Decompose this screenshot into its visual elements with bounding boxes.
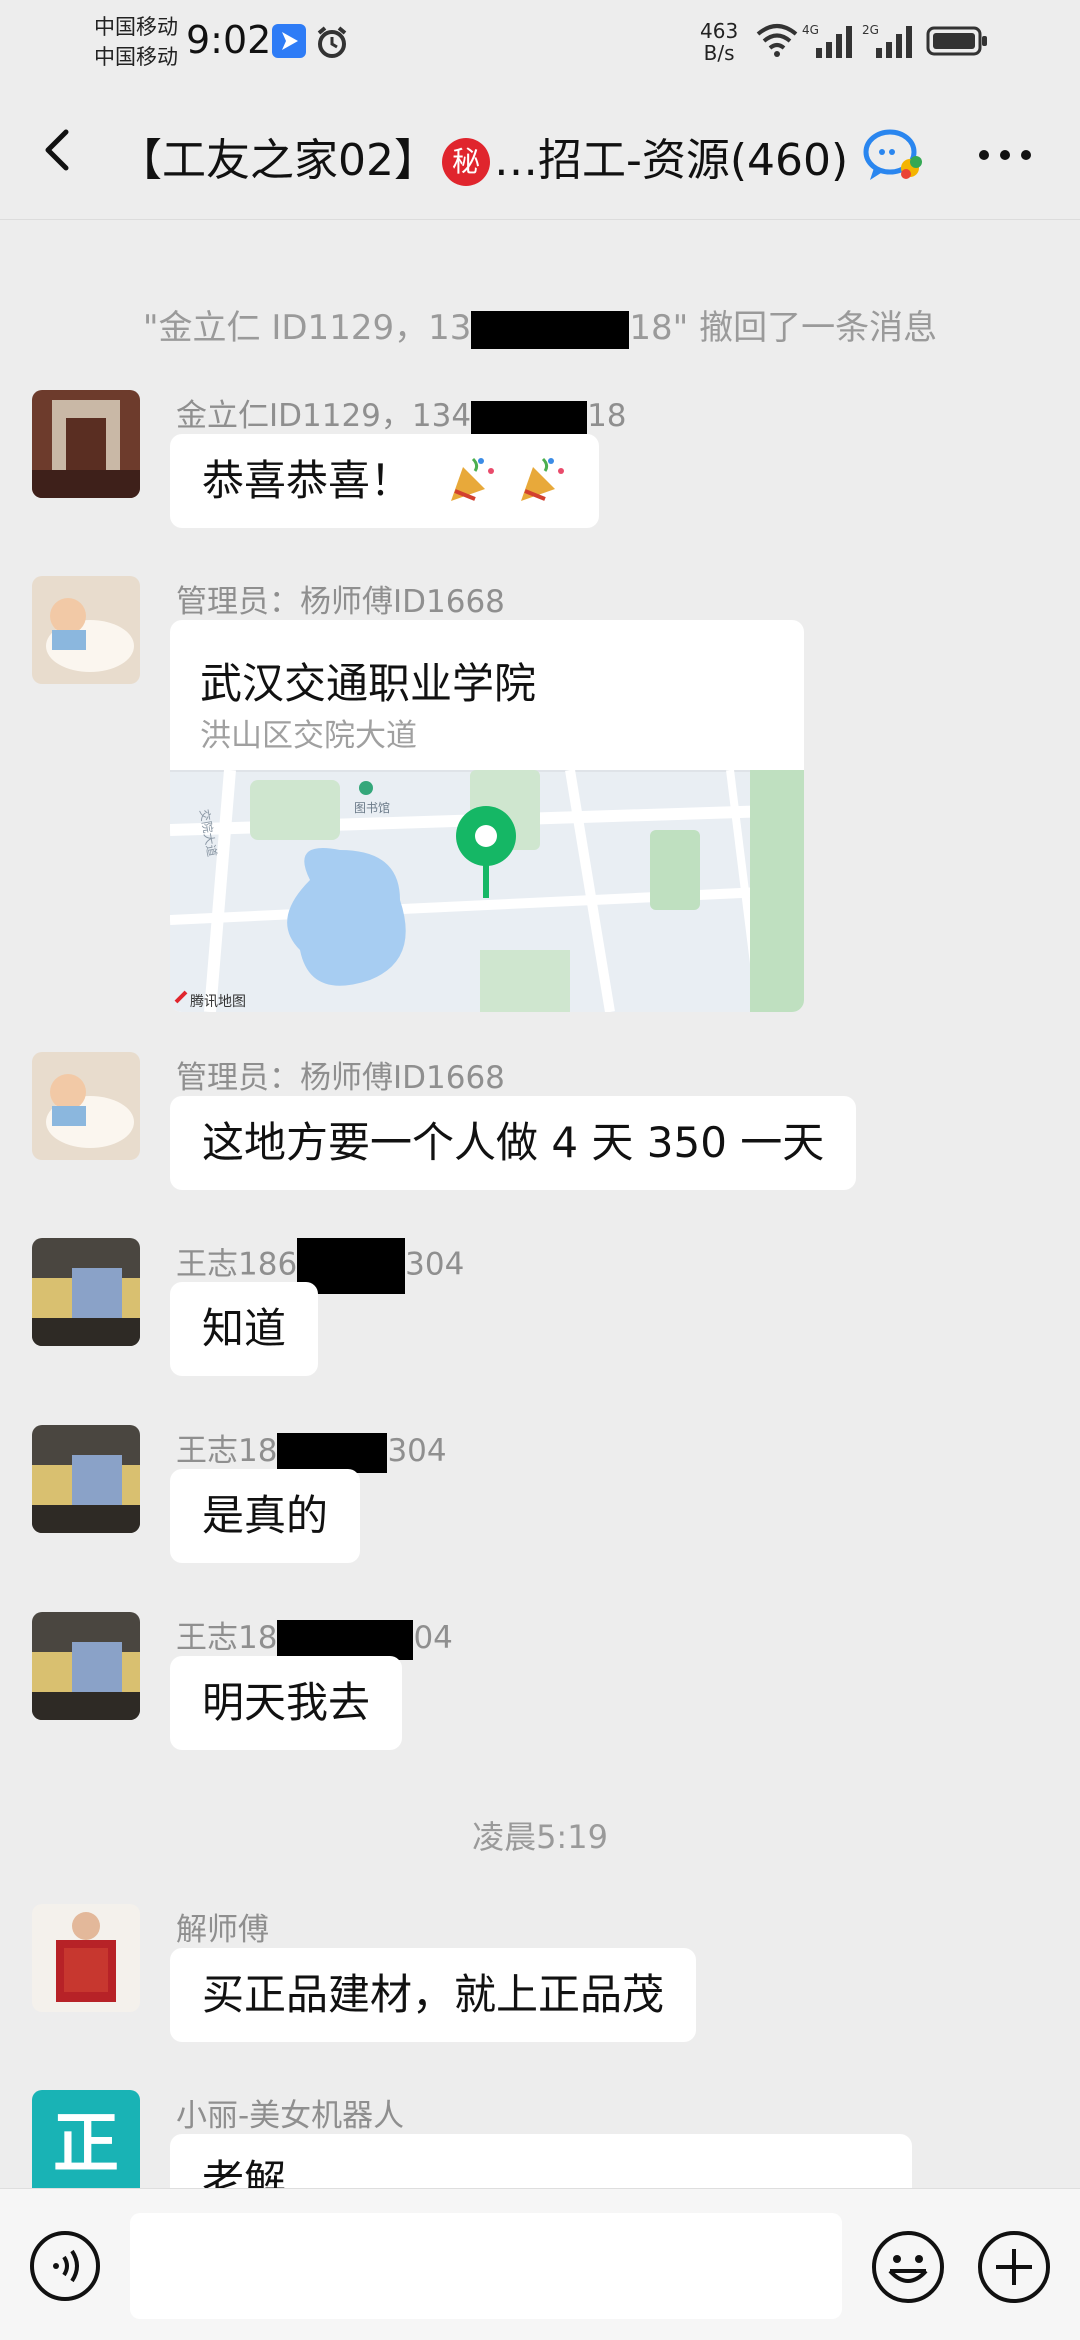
message-input[interactable] (130, 2213, 842, 2319)
voice-icon[interactable] (28, 2229, 102, 2303)
avatar[interactable] (32, 1425, 140, 1533)
message-bubble[interactable]: 恭喜恭喜！ (170, 434, 599, 528)
avatar[interactable] (32, 576, 140, 684)
sender-name: 小丽-美女机器人 (176, 2098, 405, 2134)
net-speed: 463 B/s (700, 20, 738, 64)
message-text: 这地方要一个人做 4 天 350 一天 (202, 1118, 825, 1167)
chat-header: 【工友之家02】秘 …招工-资源(460) (0, 80, 1080, 220)
avatar[interactable] (32, 390, 140, 498)
sender-name-end: 304 (405, 1246, 465, 1283)
sender-name: 解师傅 (176, 1912, 269, 1948)
map-label-library: 图书馆 (354, 800, 390, 815)
message-text: 知道 (202, 1304, 287, 1353)
emoji-icon[interactable] (870, 2229, 946, 2305)
avatar-char: 正 (53, 2105, 119, 2182)
sender-name-end: 304 (387, 1433, 447, 1469)
message-list[interactable]: "金立仁 ID1129，13 18" 撤回了一条消息 金立仁ID1129，134 1… (0, 220, 1080, 2188)
sender-name-start: 金立仁ID1129，134 (176, 398, 472, 434)
message-bubble[interactable]: 是真的 (170, 1469, 361, 1563)
message-bubble[interactable]: 知道 (170, 1282, 319, 1376)
message-text: 是真的 (202, 1491, 329, 1540)
avatar[interactable]: 正 (32, 2090, 140, 2188)
alarm-icon (317, 26, 347, 58)
input-bar (0, 2188, 1080, 2340)
message-text: 买正品建材，就上正品茂 (202, 1970, 665, 2019)
party-popper-icon (451, 457, 495, 501)
redaction-bar (277, 1619, 414, 1660)
svg-text:4G: 4G (802, 23, 819, 37)
sender-name: 王志18 04 (176, 1612, 453, 1660)
message-text: 恭喜恭喜！ (202, 456, 413, 505)
redaction-bar (277, 1432, 388, 1473)
party-popper-icon (520, 457, 564, 501)
message-bubble[interactable]: 明天我去 (170, 1656, 403, 1750)
plus-icon[interactable] (976, 2229, 1052, 2305)
location-arrow-icon (272, 24, 306, 58)
net-speed-value: 463 (700, 19, 739, 43)
sender-name-start: 王志18 (176, 1433, 278, 1469)
group-chat-icon[interactable] (862, 128, 924, 184)
message-bubble[interactable]: 买正品建材，就上正品茂 (170, 1948, 697, 2042)
status-bar: 中国移动 中国移动 9:02 463 B/s 4G 2G (0, 0, 1080, 80)
location-card[interactable]: 武汉交通职业学院 洪山区交院大道 图书馆 交院大道 腾讯地图 (170, 620, 804, 1012)
battery-icon (926, 26, 987, 56)
recall-notice: "金立仁 ID1129，13 18" 撤回了一条消息 (0, 300, 1080, 349)
message-text: 老解 (202, 2156, 287, 2188)
carrier-2: 中国移动 (94, 45, 178, 69)
back-arrow-icon[interactable] (30, 120, 90, 180)
message-text: 明天我去 (202, 1678, 371, 1727)
sender-name-end: 04 (413, 1620, 453, 1656)
time-divider: 凌晨5:19 (472, 1818, 608, 1856)
message-bubble[interactable]: 这地方要一个人做 4 天 350 一天 (170, 1096, 857, 1190)
avatar[interactable] (32, 1052, 140, 1160)
carrier-labels: 中国移动 中国移动 (94, 12, 178, 72)
signal-4g-icon: 4G (802, 23, 852, 58)
redaction-bar (471, 310, 630, 349)
sender-name: 管理员：杨师傅ID1668 (176, 1060, 505, 1096)
redaction-bar (471, 400, 588, 435)
secret-badge: 秘 (442, 138, 490, 186)
location-name: 武汉交通职业学院 (200, 659, 537, 708)
avatar[interactable] (32, 1238, 140, 1346)
chat-title-suffix: …招工-资源(460) (494, 135, 849, 186)
svg-text:2G: 2G (862, 23, 879, 37)
sender-name: 王志18 304 (176, 1425, 447, 1473)
sender-name: 管理员：杨师傅ID1668 (176, 584, 505, 620)
clock: 9:02 (186, 18, 272, 62)
sender-name-end: 18 (587, 398, 627, 434)
carrier-1: 中国移动 (94, 15, 178, 39)
message-bubble[interactable]: 老解 (170, 2134, 912, 2188)
chat-title-prefix: 【工友之家02】 (118, 135, 438, 186)
map-brand: 腾讯地图 (190, 993, 246, 1010)
more-icon[interactable] (970, 130, 1040, 180)
sender-name-start: 王志186 (176, 1246, 298, 1283)
avatar[interactable] (32, 1904, 140, 2012)
wifi-icon (756, 24, 798, 57)
recall-notice-end: 18" 撤回了一条消息 (629, 308, 938, 348)
sender-name-start: 王志18 (176, 1620, 278, 1656)
signal-2g-icon: 2G (862, 23, 912, 58)
chat-title[interactable]: 【工友之家02】秘 …招工-资源(460) (118, 124, 848, 188)
map-preview[interactable]: 图书馆 交院大道 腾讯地图 (170, 770, 804, 1012)
net-speed-unit: B/s (703, 41, 735, 65)
location-address: 洪山区交院大道 (200, 718, 417, 754)
recall-notice-start: "金立仁 ID1129，13 (142, 308, 472, 348)
sender-name: 金立仁ID1129，134 18 (176, 390, 627, 435)
avatar[interactable] (32, 1612, 140, 1720)
